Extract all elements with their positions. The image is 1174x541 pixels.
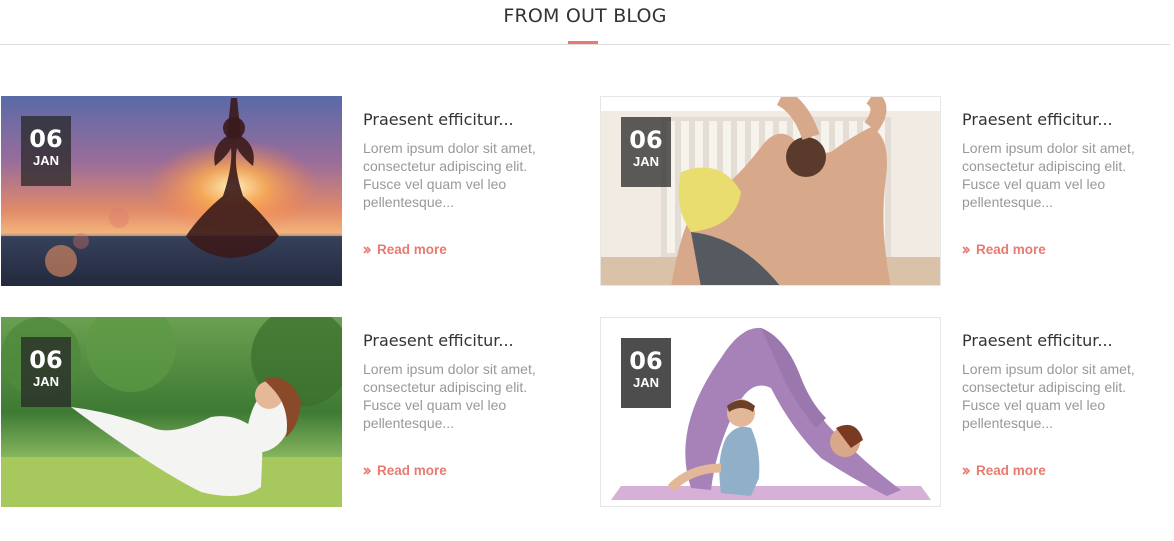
blog-card: 06 JAN Praesent efficitur... Lorem ipsum… — [1, 96, 561, 286]
title-divider — [0, 44, 1170, 45]
post-thumbnail[interactable]: 06 JAN — [600, 317, 941, 507]
section-title: FROM OUT BLOG — [503, 5, 667, 27]
date-badge: 06 JAN — [621, 117, 671, 187]
double-chevron-right-icon — [962, 245, 970, 254]
title-accent-bar — [568, 41, 598, 44]
date-day: 06 — [29, 125, 63, 153]
read-more-link[interactable]: Read more — [962, 242, 1046, 257]
double-chevron-right-icon — [363, 245, 371, 254]
blog-card: 06 JAN Praesent efficitur... Lorem ipsum… — [600, 96, 1160, 286]
post-excerpt: Lorem ipsum dolor sit amet, consectetur … — [962, 140, 1135, 210]
read-more-label: Read more — [976, 242, 1046, 257]
read-more-link[interactable]: Read more — [363, 463, 447, 478]
date-month: JAN — [632, 375, 659, 390]
post-thumbnail[interactable]: 06 JAN — [1, 317, 342, 507]
date-month: JAN — [32, 374, 59, 389]
read-more-link[interactable]: Read more — [962, 463, 1046, 478]
date-day: 06 — [629, 347, 663, 375]
date-day: 06 — [629, 126, 663, 154]
read-more-label: Read more — [976, 463, 1046, 478]
date-badge: 06 JAN — [621, 338, 671, 408]
post-excerpt: Lorem ipsum dolor sit amet, consectetur … — [363, 140, 536, 210]
date-month: JAN — [632, 154, 659, 169]
date-day: 06 — [29, 346, 63, 374]
post-title-link[interactable]: Praesent efficitur... — [962, 331, 1162, 350]
post-excerpt: Lorem ipsum dolor sit amet, consectetur … — [363, 361, 536, 431]
read-more-label: Read more — [377, 463, 447, 478]
date-month: JAN — [32, 153, 59, 168]
post-title-link[interactable]: Praesent efficitur... — [363, 110, 563, 129]
blog-card: 06 JAN Praesent efficitur... Lorem ipsum… — [600, 317, 1160, 507]
post-title-link[interactable]: Praesent efficitur... — [962, 110, 1162, 129]
date-badge: 06 JAN — [21, 116, 71, 186]
read-more-label: Read more — [377, 242, 447, 257]
post-excerpt: Lorem ipsum dolor sit amet, consectetur … — [962, 361, 1135, 431]
double-chevron-right-icon — [962, 466, 970, 475]
post-thumbnail[interactable]: 06 JAN — [1, 96, 342, 286]
post-title-link[interactable]: Praesent efficitur... — [363, 331, 563, 350]
read-more-link[interactable]: Read more — [363, 242, 447, 257]
date-badge: 06 JAN — [21, 337, 71, 407]
post-thumbnail[interactable]: 06 JAN — [600, 96, 941, 286]
double-chevron-right-icon — [363, 466, 371, 475]
blog-card: 06 JAN Praesent efficitur... Lorem ipsum… — [1, 317, 561, 507]
